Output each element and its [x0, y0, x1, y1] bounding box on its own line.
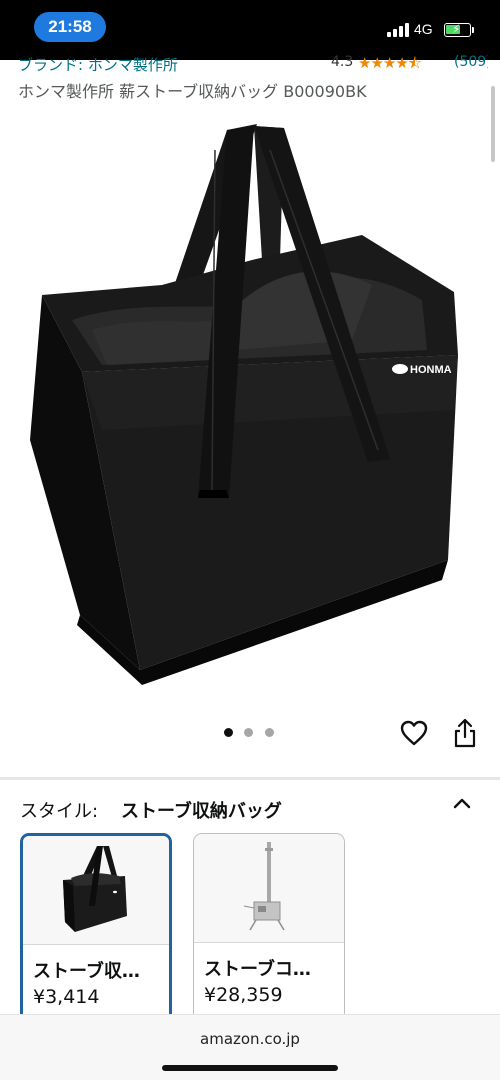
brand-rating-row: ブランド: ホンマ製作所 4.3 ★★★★⯪ (509) [18, 54, 488, 74]
star-rating-icon[interactable]: ★★★★⯪ [358, 54, 422, 74]
style-option-name: ストーブ収… [33, 961, 140, 982]
card-separator [194, 942, 344, 943]
pagination-dot[interactable] [265, 728, 274, 737]
status-time: 21:58 [34, 12, 106, 42]
product-title: ホンマ製作所 薪ストーブ収納バッグ B00090BK [18, 82, 367, 101]
style-label: スタイル: [20, 801, 99, 822]
scrollbar[interactable] [491, 86, 495, 162]
status-bar: 21:58 4G ⚡ [0, 0, 500, 60]
product-image-storage-bag[interactable]: HONMA [22, 110, 482, 685]
style-option-thumbnail [194, 834, 344, 942]
stove-chimney-thumbnail-image [243, 842, 285, 931]
style-option-price: ¥3,414 [33, 986, 100, 1008]
style-selected-value: ストーブ収納バッグ [121, 801, 282, 822]
pagination-dot[interactable] [244, 728, 253, 737]
section-divider [0, 777, 500, 780]
pagination-dot[interactable] [224, 728, 233, 737]
chevron-up-icon[interactable] [452, 795, 472, 811]
brand-link[interactable]: ブランド: ホンマ製作所 [18, 54, 178, 74]
card-separator [23, 944, 169, 945]
battery-charging-icon: ⚡ [444, 22, 471, 37]
style-option-price: ¥28,359 [204, 984, 283, 1006]
brand-logo-text: HONMA [410, 364, 452, 376]
style-option-thumbnail [23, 836, 169, 944]
style-option-card[interactable]: ストーブコ… ¥28,359 [193, 833, 345, 1023]
network-type: 4G [414, 21, 433, 37]
home-indicator[interactable] [162, 1065, 338, 1071]
style-option-card[interactable]: ストーブ収… ¥3,414 [20, 833, 172, 1023]
rating-value: 4.3 [331, 54, 354, 70]
style-option-name: ストーブコ… [204, 959, 311, 980]
battery-cap [472, 27, 474, 33]
share-icon[interactable] [453, 718, 477, 748]
storage-bag-thumbnail-image [63, 846, 127, 932]
heart-icon[interactable] [400, 720, 428, 746]
review-count-link[interactable]: (509) [454, 54, 488, 70]
signal-icon [387, 23, 409, 37]
address-domain[interactable]: amazon.co.jp [0, 1030, 500, 1048]
browser-address-bar: amazon.co.jp [0, 1014, 500, 1080]
